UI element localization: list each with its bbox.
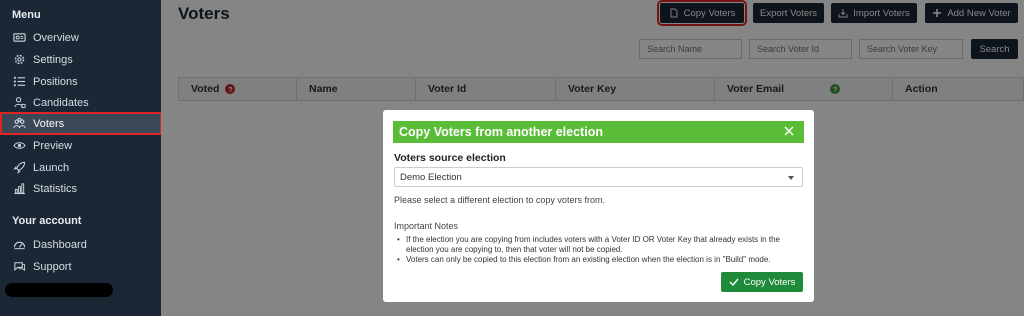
account-heading: Your account	[12, 215, 82, 227]
submit-label: Copy Voters	[743, 276, 796, 288]
eye-icon	[12, 139, 26, 153]
sidebar: Menu Overview Settings Positions Candida…	[0, 0, 162, 316]
sidebar-item-label: Dashboard	[33, 238, 87, 251]
sidebar-item-statistics[interactable]: Statistics	[4, 178, 161, 199]
sidebar-item-label: Candidates	[33, 96, 89, 109]
sidebar-item-label: Voters	[33, 117, 65, 130]
copy-voters-submit-button[interactable]: Copy Voters	[721, 272, 803, 292]
source-election-label: Voters source election	[394, 152, 506, 164]
check-icon	[729, 278, 739, 287]
sidebar-item-dashboard[interactable]: Dashboard	[4, 234, 161, 255]
sidebar-item-support[interactable]: Support	[4, 256, 161, 277]
notes-title: Important Notes	[394, 221, 459, 231]
sidebar-item-label: Settings	[33, 53, 73, 66]
voters-icon	[12, 117, 26, 131]
chart-icon	[12, 182, 26, 196]
list-icon	[12, 75, 26, 89]
notes-list: If the election you are copying from inc…	[394, 235, 804, 265]
note-item: Voters can only be copied to this electi…	[394, 255, 804, 265]
sidebar-item-overview[interactable]: Overview	[4, 27, 161, 48]
sidebar-item-label: Preview	[33, 139, 73, 152]
sidebar-item-settings[interactable]: Settings	[4, 49, 161, 70]
sidebar-item-launch[interactable]: Launch	[4, 157, 161, 178]
sidebar-item-label: Launch	[33, 161, 70, 174]
selection-hint: Please select a different election to co…	[394, 195, 605, 205]
dashboard-icon	[12, 238, 26, 252]
sidebar-item-candidates[interactable]: Candidates	[4, 92, 161, 113]
redacted-user	[5, 283, 113, 297]
sidebar-item-preview[interactable]: Preview	[4, 135, 161, 156]
sidebar-item-label: Positions	[33, 75, 78, 88]
gear-icon	[12, 53, 26, 67]
candidates-icon	[12, 96, 26, 110]
overview-icon	[12, 31, 26, 45]
modal-header: Copy Voters from another election	[393, 121, 804, 143]
sidebar-item-positions[interactable]: Positions	[4, 71, 161, 92]
modal-title: Copy Voters from another election	[399, 125, 603, 139]
sidebar-item-label: Support	[33, 260, 72, 273]
source-election-select[interactable]: Demo Election	[394, 167, 803, 187]
selected-election: Demo Election	[400, 171, 462, 183]
sidebar-item-voters[interactable]: Voters	[0, 112, 162, 135]
sidebar-item-label: Statistics	[33, 182, 78, 195]
support-icon	[12, 260, 26, 274]
close-icon[interactable]	[783, 125, 797, 139]
menu-heading: Menu	[12, 9, 41, 21]
chevron-down-icon	[788, 176, 794, 180]
note-item: If the election you are copying from inc…	[394, 235, 804, 255]
sidebar-item-label: Overview	[33, 31, 79, 44]
rocket-icon	[12, 161, 26, 175]
copy-voters-modal: Copy Voters from another election Voters…	[383, 110, 814, 302]
